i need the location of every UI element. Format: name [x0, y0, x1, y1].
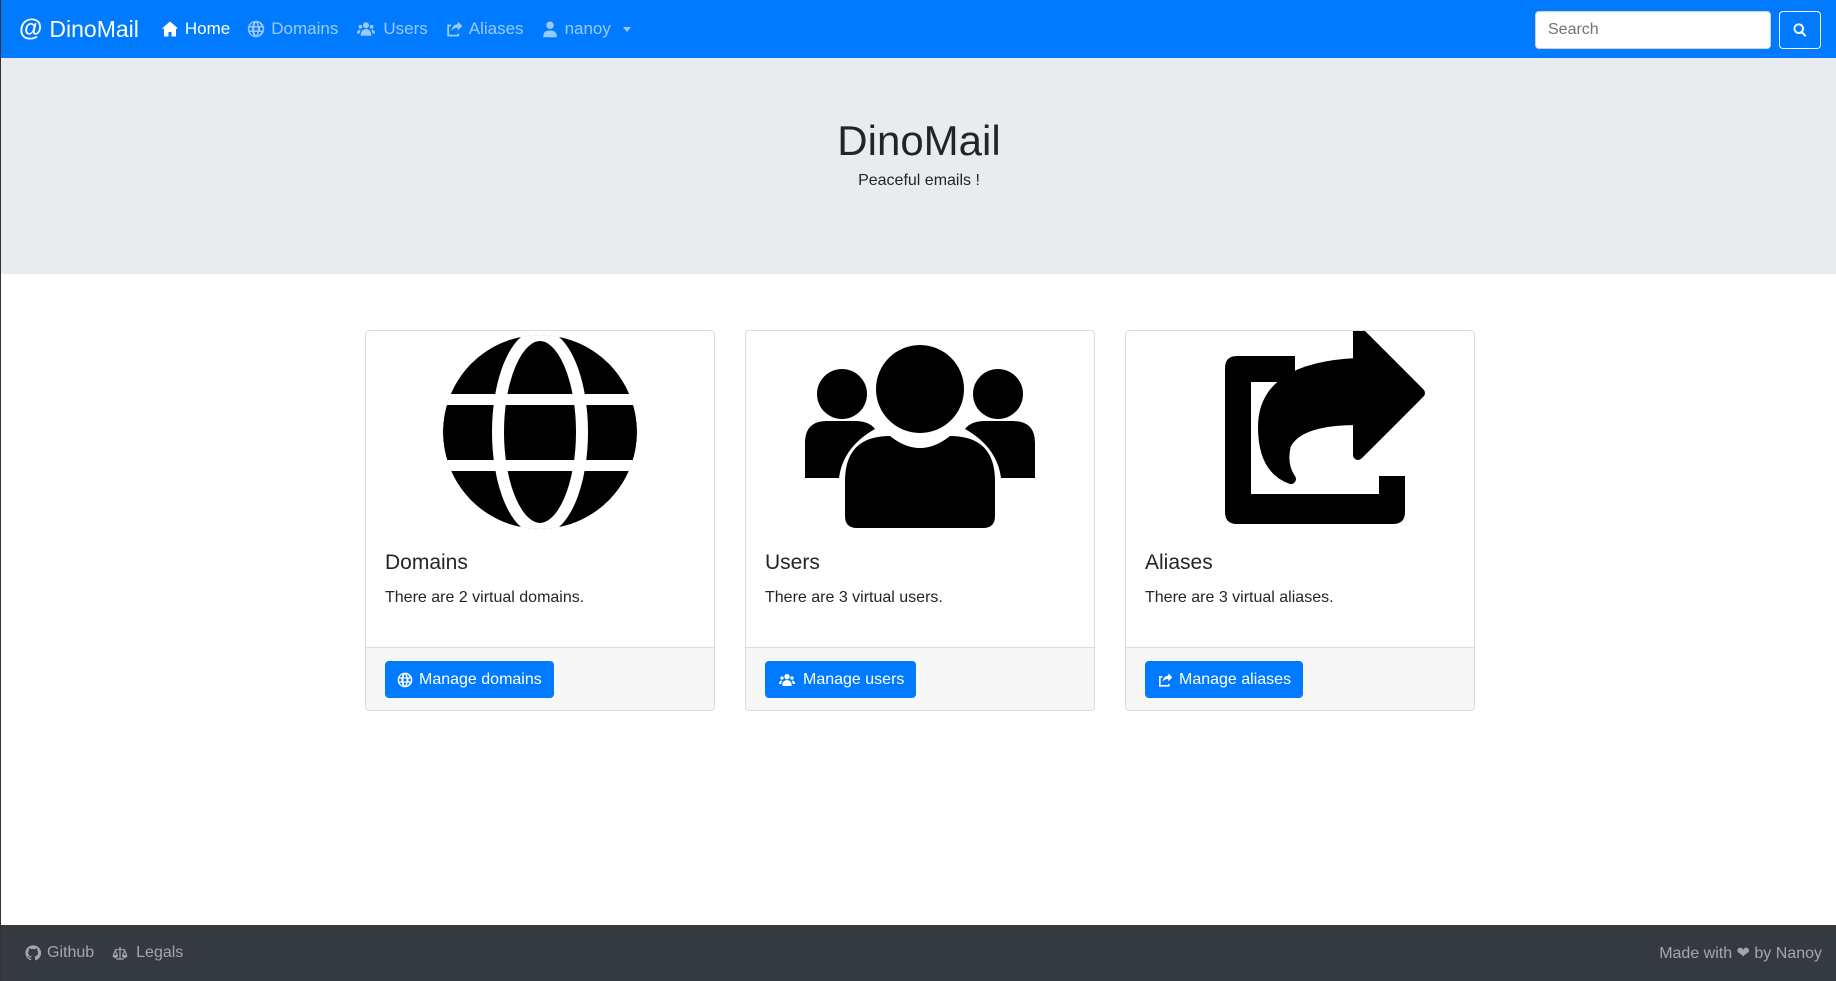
page-title: DinoMail	[837, 117, 1001, 164]
manage-aliases-button[interactable]: Manage aliases	[1145, 661, 1304, 698]
search-button[interactable]	[1779, 11, 1821, 49]
users-card-image	[746, 331, 1094, 533]
users-icon	[778, 673, 796, 686]
manage-aliases-label: Manage aliases	[1179, 670, 1292, 688]
share-icon	[1159, 672, 1173, 687]
domains-card: Domains There are 2 virtual domains. Man…	[365, 330, 715, 711]
aliases-card-image	[1126, 331, 1474, 533]
jumbotron: DinoMail Peaceful emails !	[1, 58, 1836, 274]
nav-domains[interactable]: Domains	[247, 19, 338, 39]
globe-icon	[397, 672, 413, 687]
nav-home[interactable]: Home	[161, 19, 230, 39]
domains-card-text: There are 2 virtual domains.	[385, 589, 585, 606]
users-icon	[805, 345, 1035, 528]
page-subtitle: Peaceful emails !	[858, 172, 980, 190]
github-link[interactable]: Github	[25, 944, 94, 962]
brand-name: DinoMail	[49, 15, 139, 42]
caret-down-icon	[622, 26, 631, 32]
aliases-card-title: Aliases	[1145, 551, 1213, 574]
legals-label: Legals	[136, 944, 184, 961]
nav-aliases[interactable]: Aliases	[445, 19, 524, 39]
search-input[interactable]	[1535, 11, 1771, 49]
home-icon	[161, 21, 179, 37]
manage-domains-button[interactable]: Manage domains	[385, 661, 554, 698]
navbar: @ DinoMail Home Domains Users Aliases na…	[1, 0, 1836, 58]
nav-users-label: Users	[383, 19, 428, 38]
footer: Github Legals Made with ❤ by Nanoy	[1, 925, 1836, 981]
nav-aliases-label: Aliases	[468, 19, 524, 38]
search-form	[1535, 11, 1821, 49]
aliases-card-body: Aliases There are 3 virtual aliases.	[1126, 533, 1474, 650]
user-icon	[542, 21, 557, 38]
users-card-title: Users	[765, 551, 820, 574]
manage-users-button[interactable]: Manage users	[765, 661, 917, 698]
legals-link[interactable]: Legals	[110, 944, 183, 962]
users-card: Users There are 3 virtual users. Manage …	[745, 330, 1095, 711]
users-icon	[357, 22, 376, 36]
card-deck: Domains There are 2 virtual domains. Man…	[365, 330, 1475, 711]
aliases-card: Aliases There are 3 virtual aliases. Man…	[1125, 330, 1475, 711]
domains-card-title: Domains	[385, 551, 468, 574]
nav-user-label: nanoy	[564, 19, 611, 38]
balance-scale-icon	[112, 947, 128, 960]
brand-link[interactable]: @ DinoMail	[19, 15, 139, 43]
share-icon	[447, 21, 462, 37]
domains-card-footer: Manage domains	[366, 647, 714, 710]
nav-users[interactable]: Users	[355, 19, 428, 39]
nav-home-label: Home	[184, 19, 231, 38]
search-icon	[1793, 23, 1807, 37]
domains-card-image	[366, 331, 714, 533]
users-card-text: There are 3 virtual users.	[765, 589, 943, 606]
nav-user-dropdown[interactable]: nanoy	[541, 19, 631, 39]
users-card-body: Users There are 3 virtual users.	[746, 533, 1094, 650]
aliases-card-text: There are 3 virtual aliases.	[1145, 589, 1334, 606]
globe-icon	[443, 335, 637, 529]
at-icon: @	[19, 15, 43, 42]
manage-users-label: Manage users	[803, 670, 905, 688]
users-card-footer: Manage users	[746, 647, 1094, 710]
share-icon	[1225, 331, 1425, 524]
footer-credit: Made with ❤ by Nanoy	[1659, 945, 1822, 962]
aliases-card-footer: Manage aliases	[1126, 647, 1474, 710]
nav-domains-label: Domains	[271, 19, 339, 38]
domains-card-body: Domains There are 2 virtual domains.	[366, 533, 714, 650]
github-label: Github	[47, 944, 95, 961]
github-icon	[25, 945, 41, 961]
globe-icon	[248, 20, 265, 38]
manage-domains-label: Manage domains	[419, 670, 542, 688]
